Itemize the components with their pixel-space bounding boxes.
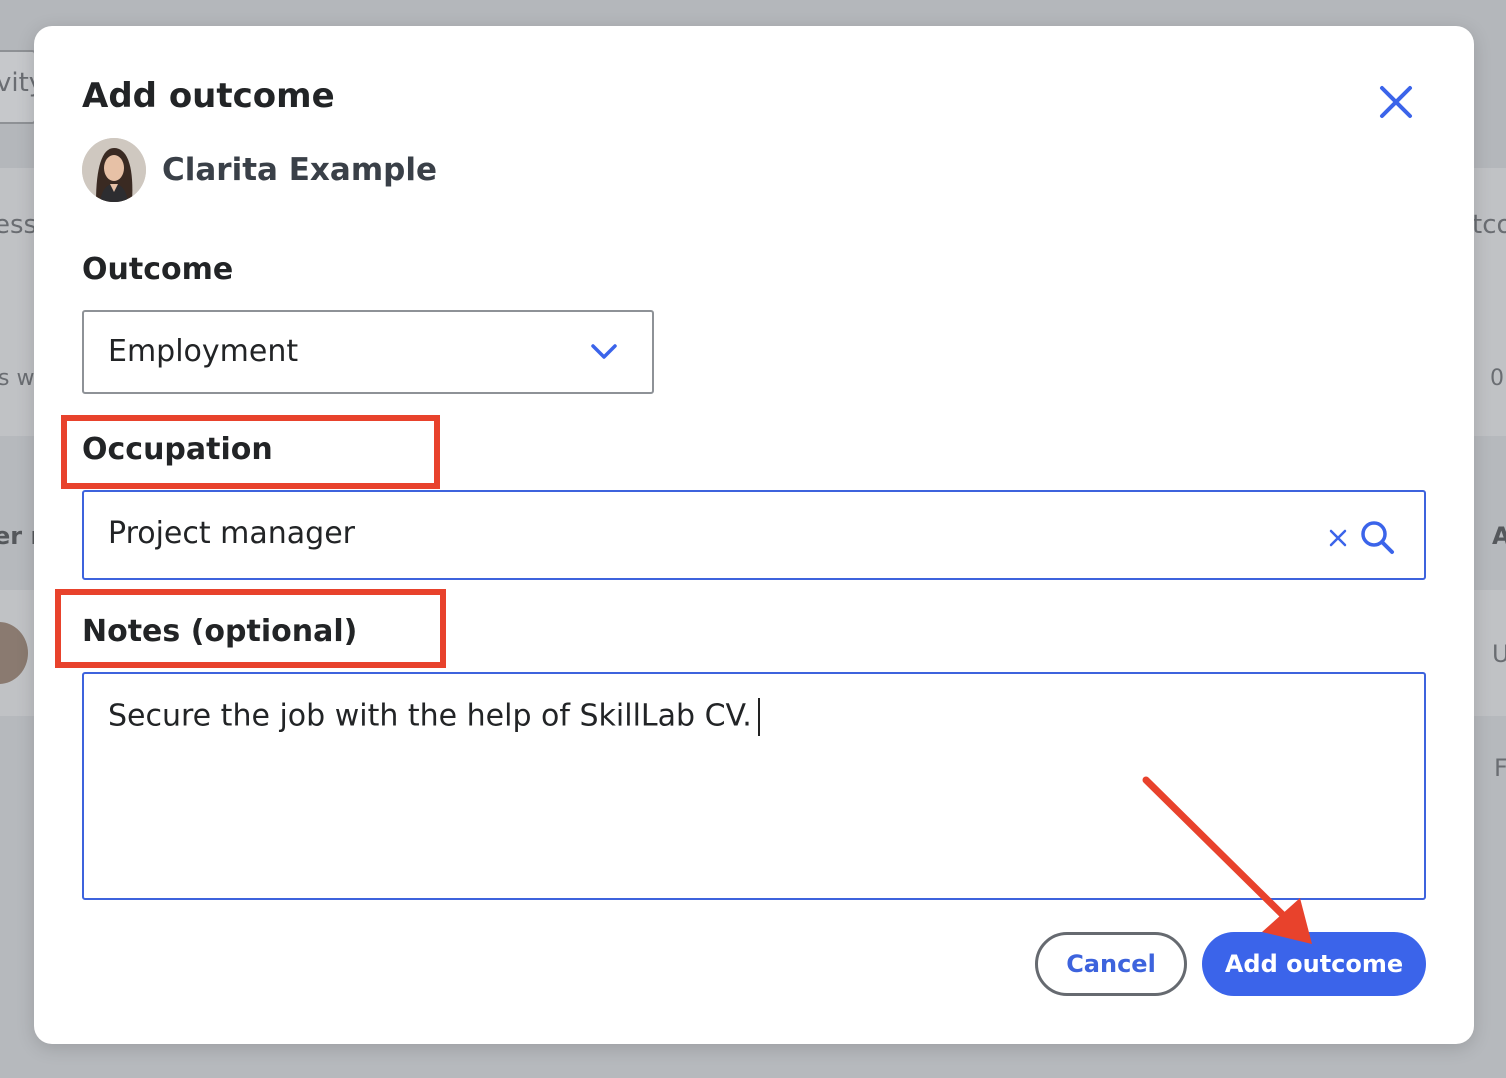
add-outcome-button[interactable]: Add outcome	[1202, 932, 1426, 996]
bg-fragment: 0	[1490, 366, 1504, 391]
user-name: Clarita Example	[162, 152, 437, 188]
outcome-selected-value: Employment	[108, 334, 299, 369]
outcome-select[interactable]: Employment	[82, 310, 654, 394]
notes-label: Notes (optional)	[82, 614, 358, 649]
notes-text: Secure the job with the help of SkillLab…	[108, 698, 752, 734]
user-row: Clarita Example	[82, 138, 437, 202]
occupation-value: Project manager	[108, 516, 356, 551]
bg-fragment: A	[1492, 522, 1506, 550]
bg-fragment: U	[1492, 640, 1506, 668]
close-button[interactable]	[1376, 82, 1416, 122]
text-caret	[757, 698, 760, 736]
search-icon[interactable]	[1358, 518, 1396, 556]
notes-textarea[interactable]: Secure the job with the help of SkillLab…	[82, 672, 1426, 900]
clear-x-icon[interactable]	[1328, 528, 1348, 548]
cancel-button[interactable]: Cancel	[1035, 932, 1187, 996]
bg-fragment: tco	[1472, 210, 1506, 240]
bg-fragment: s w	[0, 366, 35, 391]
bg-fragment: ess	[0, 210, 38, 240]
dialog-title: Add outcome	[82, 76, 335, 116]
notes-value: Secure the job with the help of SkillLab…	[108, 698, 760, 736]
avatar	[82, 138, 146, 202]
avatar-portrait-image	[82, 138, 146, 202]
add-outcome-dialog: Add outcome Clarita Example Outcome Empl…	[34, 26, 1474, 1044]
occupation-input[interactable]: Project manager	[82, 490, 1426, 580]
outcome-label: Outcome	[82, 252, 234, 287]
chevron-down-icon	[591, 344, 617, 359]
occupation-label: Occupation	[82, 432, 273, 467]
bg-fragment: F	[1494, 754, 1506, 782]
close-icon	[1380, 86, 1412, 118]
